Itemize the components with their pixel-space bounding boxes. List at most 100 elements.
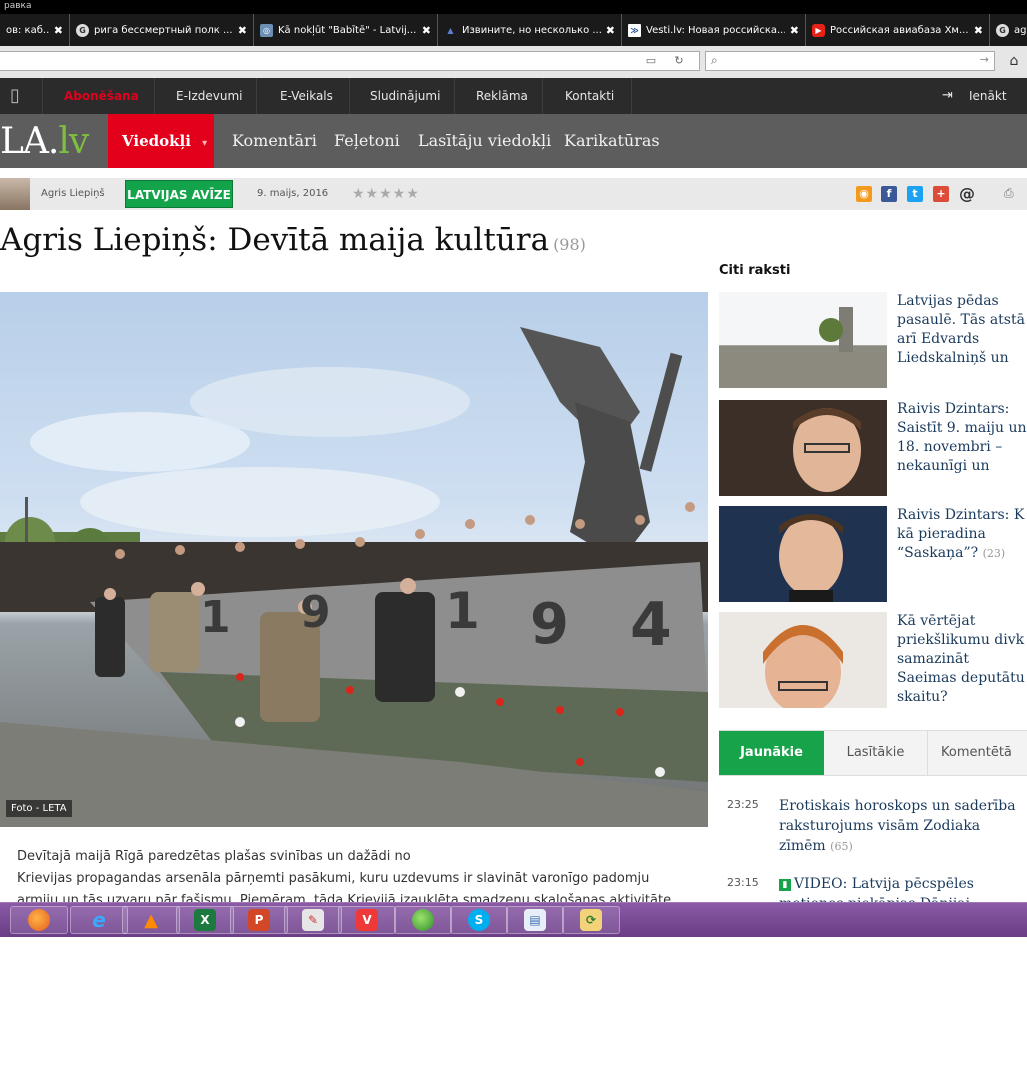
news-time: 23:15 xyxy=(727,876,759,889)
browser-tab-2[interactable]: G рига бессмертный полк ... ✖ xyxy=(70,14,254,46)
browser-tab-5[interactable]: ≫ Vesti.lv: Новая российска... ✖ xyxy=(622,14,806,46)
tab-label: Kā nokļūt "Babītē" - Latvij... xyxy=(278,24,417,36)
go-arrow-icon[interactable]: → xyxy=(980,53,989,66)
rss-icon[interactable]: ◉ xyxy=(856,186,872,202)
reader-icon[interactable]: ▭ xyxy=(644,54,658,68)
author-name[interactable]: Agris Liepiņš xyxy=(41,178,105,210)
publish-date: 9. maijs, 2016 xyxy=(257,188,329,199)
paint-icon: ✎ xyxy=(302,909,324,931)
nav-e-izdevumi[interactable]: E-Izdevumi xyxy=(154,78,256,114)
vivaldi-icon: V xyxy=(356,909,378,931)
monument-digit: 9 xyxy=(300,587,331,638)
nav-kontakti[interactable]: Kontakti xyxy=(542,78,632,114)
taskbar-powerpoint[interactable]: P xyxy=(230,906,288,934)
close-icon[interactable]: ✖ xyxy=(974,24,983,37)
monument-digit: 1 xyxy=(200,592,231,643)
section-lasitaju-viedokli[interactable]: Lasītāju viedokļi xyxy=(418,114,551,168)
vesti-icon: ≫ xyxy=(628,23,641,37)
taskbar-paint[interactable]: ✎ xyxy=(284,906,342,934)
card-thumbnail[interactable] xyxy=(719,400,887,496)
card-thumbnail[interactable] xyxy=(719,612,887,708)
home-icon[interactable]: ⌂ xyxy=(1005,52,1023,70)
article-photo[interactable]: 1 9 1 9 4 Foto - LETA xyxy=(0,292,708,827)
monument-digit: 9 xyxy=(530,592,569,657)
tab-label: ов: каб... xyxy=(6,24,49,36)
section-komentari[interactable]: Komentāri xyxy=(232,114,317,168)
login-link[interactable]: Ienākt xyxy=(969,78,1007,114)
search-input[interactable]: ⌕ → xyxy=(705,51,995,71)
youtube-icon: ▶ xyxy=(812,23,825,37)
tab-jaunakie[interactable]: Jaunākie xyxy=(719,731,824,775)
card-headline[interactable]: Latvijas pēdas pasaulē. Tās atstā arī Ed… xyxy=(897,292,1027,368)
address-bar: ▭ ↻ ⌕ → ⌂ xyxy=(0,46,1027,79)
taskbar-sync[interactable]: ⟳ xyxy=(562,906,620,934)
print-icon[interactable]: ⎙ xyxy=(1004,186,1014,201)
card-thumbnail[interactable] xyxy=(719,506,887,602)
taskbar-globe[interactable] xyxy=(394,906,452,934)
browser-tab-4[interactable]: ▲ Извините, но несколько ... ✖ xyxy=(438,14,622,46)
card-headline[interactable]: Kā vērtējat priekšlikumu divk samazināt … xyxy=(897,612,1027,707)
paper-logo[interactable]: LATVIJAS AVĪZE xyxy=(125,180,233,208)
tab-lasitakie[interactable]: Lasītākie xyxy=(824,731,928,775)
section-tab-viedokli[interactable]: Viedokļi ▾ xyxy=(108,114,214,168)
window-title: равка xyxy=(0,0,1027,14)
facebook-icon[interactable]: f xyxy=(881,186,897,202)
taskbar-vlc[interactable]: ▲ xyxy=(122,906,180,934)
logo-suffix: lv xyxy=(58,121,89,162)
card-thumbnail[interactable] xyxy=(719,292,887,388)
close-icon[interactable]: ✖ xyxy=(422,24,431,37)
tab-komentetakie[interactable]: Komentētā xyxy=(931,731,1027,775)
rating-stars[interactable]: ★★★★★ xyxy=(352,178,420,210)
taskbar-firefox[interactable] xyxy=(10,906,68,934)
comment-count[interactable]: (98) xyxy=(553,235,586,254)
email-icon[interactable]: @ xyxy=(959,186,975,202)
taskbar-skype[interactable]: S xyxy=(450,906,508,934)
section-karikaturas[interactable]: Karikatūras xyxy=(564,114,660,168)
section-feletoni[interactable]: Feļetoni xyxy=(334,114,400,168)
google-plus-icon[interactable]: + xyxy=(933,186,949,202)
site-logo[interactable]: LA.lv xyxy=(0,121,89,162)
search-redaction xyxy=(728,56,978,66)
sidebar-article-card[interactable]: Latvijas pēdas pasaulē. Tās atstā arī Ed… xyxy=(719,292,1027,388)
mobile-icon[interactable]: ▯ xyxy=(10,78,20,114)
close-icon[interactable]: ✖ xyxy=(606,24,615,37)
news-headline[interactable]: Erotiskais horoskops un saderība rakstur… xyxy=(779,796,1027,857)
powerpoint-icon: P xyxy=(248,909,270,931)
subscribe-link[interactable]: Abonēšana xyxy=(42,78,154,114)
sidebar-article-card[interactable]: Kā vērtējat priekšlikumu divk samazināt … xyxy=(719,612,1027,708)
taskbar-ie[interactable]: e xyxy=(70,906,128,934)
card-comment-count[interactable]: (23) xyxy=(983,547,1006,560)
taskbar-notes[interactable]: ▤ xyxy=(506,906,564,934)
card-headline[interactable]: Raivis Dzintars: K kā pieradina “Saskaņa… xyxy=(897,506,1027,563)
photo-credit: Foto - LETA xyxy=(6,800,72,817)
reload-icon[interactable]: ↻ xyxy=(672,54,686,68)
close-icon[interactable]: ✖ xyxy=(238,24,247,37)
taskbar-vivaldi[interactable]: V xyxy=(338,906,396,934)
browser-tab-6[interactable]: ▶ Российская авиабаза Хм... ✖ xyxy=(806,14,990,46)
taskbar-excel[interactable]: X xyxy=(176,906,234,934)
author-avatar[interactable] xyxy=(0,178,30,210)
tab-label: Vesti.lv: Новая российска... xyxy=(646,24,785,36)
card-headline[interactable]: Raivis Dzintars: Saistīt 9. maiju un 18.… xyxy=(897,400,1027,476)
nav-e-veikals[interactable]: E-Veikals xyxy=(256,78,349,114)
close-icon[interactable]: ✖ xyxy=(790,24,799,37)
globe-icon: ◎ xyxy=(260,23,273,37)
twitter-icon[interactable]: t xyxy=(907,186,923,202)
url-input[interactable]: ▭ ↻ xyxy=(0,51,700,71)
news-comment-count[interactable]: (65) xyxy=(830,840,853,853)
document-icon: ▤ xyxy=(524,909,546,931)
google-icon: G xyxy=(996,23,1009,37)
card-text: Kā vērtējat priekšlikumu divk samazināt … xyxy=(897,613,1025,705)
sidebar-title: Citi raksti xyxy=(719,263,791,278)
tab-label: agr xyxy=(1014,24,1027,36)
browser-tab-1[interactable]: ов: каб... ✖ xyxy=(0,14,70,46)
close-icon[interactable]: ✖ xyxy=(54,24,63,37)
nav-reklama[interactable]: Reklāma xyxy=(454,78,542,114)
login-icon[interactable]: ⇥ xyxy=(942,78,953,114)
tab-label: Российская авиабаза Хм... xyxy=(830,24,969,36)
sidebar-article-card[interactable]: Raivis Dzintars: Saistīt 9. maiju un 18.… xyxy=(719,400,1027,496)
nav-sludinajumi[interactable]: Sludinājumi xyxy=(349,78,454,114)
sidebar-article-card[interactable]: Raivis Dzintars: K kā pieradina “Saskaņa… xyxy=(719,506,1027,602)
browser-tab-3[interactable]: ◎ Kā nokļūt "Babītē" - Latvij... ✖ xyxy=(254,14,438,46)
browser-tab-7[interactable]: G agr xyxy=(990,14,1027,46)
